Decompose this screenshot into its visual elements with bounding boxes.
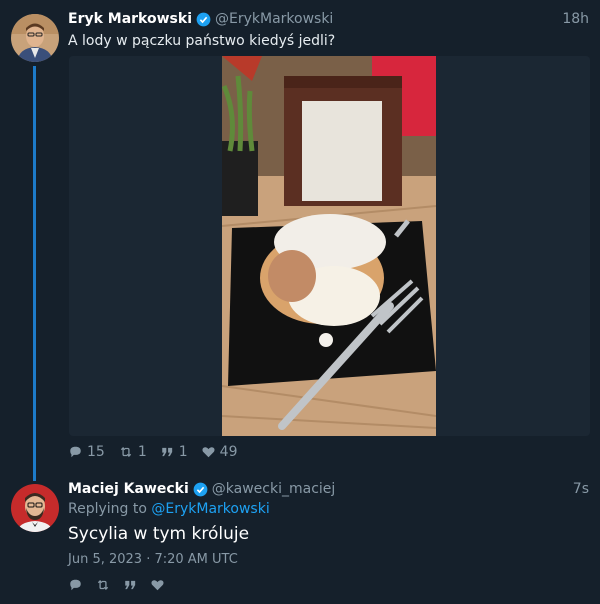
avatar[interactable] xyxy=(11,484,59,532)
retweet-icon xyxy=(120,447,131,457)
quote-count: 1 xyxy=(178,444,188,460)
replying-to: Replying to @ErykMarkowski xyxy=(68,501,270,517)
tweet-header: Eryk Markowski @ErykMarkowski xyxy=(68,11,333,27)
tweet-text: A lody w pączku państwo kiedyś jedli? xyxy=(68,33,336,49)
like-icon[interactable] xyxy=(150,578,165,592)
display-name[interactable]: Eryk Markowski xyxy=(68,11,192,27)
like-icon xyxy=(202,447,215,458)
retweet-icon[interactable] xyxy=(95,578,111,592)
timestamp[interactable]: 18h xyxy=(562,11,589,27)
thread-line xyxy=(33,66,36,481)
replying-prefix: Replying to xyxy=(68,501,152,517)
avatar[interactable] xyxy=(11,14,59,62)
like-count: 49 xyxy=(219,444,238,460)
display-name[interactable]: Maciej Kawecki xyxy=(68,481,189,497)
timestamp[interactable]: 7s xyxy=(573,481,589,497)
retweet-stat[interactable]: 1 xyxy=(118,444,147,460)
replying-to-link[interactable]: @ErykMarkowski xyxy=(151,501,269,517)
reply-stat[interactable]: 15 xyxy=(68,444,105,460)
tweet-text: Sycylia w tym króluje xyxy=(68,524,250,544)
quote-icon[interactable] xyxy=(123,578,138,592)
verified-icon xyxy=(196,12,211,27)
tweet-header: Maciej Kawecki @kawecki_maciej xyxy=(68,481,335,497)
reply-count: 15 xyxy=(87,444,105,460)
handle[interactable]: @ErykMarkowski xyxy=(215,11,333,27)
reply-icon xyxy=(70,446,81,458)
retweet-count: 1 xyxy=(137,444,147,460)
media-container[interactable] xyxy=(69,56,590,436)
quote-icon xyxy=(162,447,172,457)
tweet-date[interactable]: Jun 5, 2023 · 7:20 AM UTC xyxy=(68,552,238,567)
like-stat[interactable]: 49 xyxy=(201,444,238,460)
handle[interactable]: @kawecki_maciej xyxy=(212,481,336,497)
tweet-photo[interactable] xyxy=(222,56,436,436)
tweet-actions xyxy=(68,578,177,592)
quote-stat[interactable]: 1 xyxy=(160,444,188,460)
verified-icon xyxy=(193,482,208,497)
tweet-stats: 15 1 1 49 xyxy=(68,444,251,460)
reply-icon[interactable] xyxy=(68,578,83,592)
